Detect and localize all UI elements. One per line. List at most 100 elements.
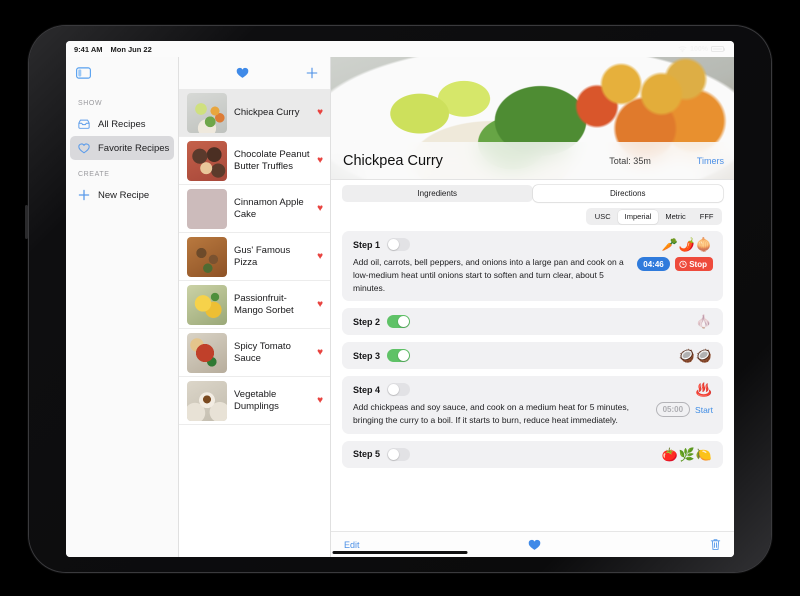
recipe-detail-pane: Chickpea Curry Total: 35m Timers Ingredi… — [331, 57, 734, 557]
step-label: Step 2 — [353, 316, 381, 327]
favorite-heart-icon[interactable]: ♥ — [317, 395, 323, 406]
step-complete-toggle[interactable] — [387, 349, 411, 363]
favorite-heart-icon[interactable]: ♥ — [317, 251, 323, 262]
sidebar-item-label: All Recipes — [98, 118, 146, 130]
timer-start-button[interactable]: Start — [695, 405, 713, 415]
device-side-button[interactable] — [25, 205, 28, 239]
step-label: Step 4 — [353, 384, 381, 395]
sidebar-section-title: CREATE — [78, 171, 110, 178]
unit-option-metric[interactable]: Metric — [658, 210, 692, 224]
step-card: Step 4 ♨️ Add chickpeas and soy sauce, and… — [342, 376, 723, 434]
favorite-heart-icon[interactable] — [528, 539, 541, 551]
step-body: Add oil, carrots, bell peppers, and onio… — [353, 256, 713, 294]
step-body: Add chickpeas and soy sauce, and cook on… — [353, 401, 713, 427]
favorite-heart-icon[interactable]: ♥ — [317, 347, 323, 358]
recipe-list-item[interactable]: Vegetable Dumplings ♥ — [179, 377, 330, 425]
sidebar-item-label: New Recipe — [98, 189, 150, 201]
recipe-thumbnail — [187, 92, 227, 133]
step-header: Step 5 🍅🌿🍋 — [353, 447, 713, 461]
step-header: Step 4 ♨️ — [353, 382, 713, 398]
step-ingredient-emoji: ♨️ — [695, 382, 713, 398]
edit-button[interactable]: Edit — [344, 540, 360, 550]
sidebar-toggle-icon[interactable] — [76, 67, 91, 79]
recipe-title-label: Cinnamon Apple Cake — [234, 196, 304, 220]
step-header: Step 2 🧄 — [353, 314, 713, 330]
sidebar-section-create: CREATE New Recipe — [66, 160, 178, 207]
step-header: Step 1 🥕🌶️🧅 — [353, 238, 713, 251]
sidebar-item-label: Favorite Recipes — [98, 142, 170, 154]
step-instruction-text: Add chickpeas and soy sauce, and cook on… — [353, 402, 629, 425]
unit-system-selector[interactable]: USC Imperial Metric FFF — [586, 208, 722, 225]
recipe-title-label: Gus' Famous Pizza — [234, 244, 291, 268]
unit-option-imperial[interactable]: Imperial — [617, 209, 659, 224]
favorite-heart-icon[interactable]: ♥ — [317, 155, 323, 166]
step-ingredient-emoji: 🥕🌶️🧅 — [661, 237, 713, 252]
sidebar-toolbar — [66, 57, 178, 89]
favorite-heart-icon[interactable]: ♥ — [317, 299, 323, 310]
stopwatch-icon — [679, 260, 687, 268]
favorite-heart-icon[interactable]: ♥ — [317, 107, 323, 118]
recipe-list-column: Chickpea Curry ♥ Chocolate Peanut Butter T… — [179, 57, 331, 557]
step-timer: 05:00 Start — [655, 401, 713, 418]
inbox-icon — [78, 118, 90, 130]
tab-ingredients[interactable]: Ingredients — [342, 185, 533, 202]
page-title: Chickpea Curry — [343, 152, 443, 169]
unit-option-usc[interactable]: USC — [588, 210, 618, 224]
recipe-list[interactable]: Chickpea Curry ♥ Chocolate Peanut Butter T… — [179, 89, 330, 557]
step-complete-toggle[interactable] — [387, 447, 411, 461]
recipe-list-item[interactable]: Chocolate Peanut Butter Truffles ♥ — [179, 137, 330, 185]
recipe-list-item[interactable]: Chickpea Curry ♥ — [179, 89, 330, 137]
sidebar-item-favorite-recipes[interactable]: Favorite Recipes — [70, 136, 174, 160]
step-label: Step 1 — [353, 239, 381, 250]
recipe-title-label: Chocolate Peanut Butter Truffles — [234, 148, 310, 172]
unit-option-fff[interactable]: FFF — [693, 210, 721, 224]
steps-list: Step 1 🥕🌶️🧅 Add oil, carrots, bell peppers… — [331, 225, 734, 531]
step-label: Step 5 — [353, 449, 381, 460]
recipe-title-bar: Chickpea Curry Total: 35m Timers — [331, 142, 734, 180]
recipe-thumbnail — [187, 140, 227, 181]
step-label: Step 3 — [353, 350, 381, 361]
recipe-title-label: Passionfruit-Mango Sorbet — [234, 292, 294, 316]
home-indicator[interactable] — [332, 551, 468, 554]
heart-outline-icon — [78, 142, 90, 154]
total-time-label: Total: 35m — [609, 155, 651, 166]
step-complete-toggle[interactable] — [387, 383, 411, 397]
recipe-list-item[interactable]: Gus' Famous Pizza ♥ — [179, 233, 330, 281]
add-recipe-icon[interactable] — [306, 67, 318, 79]
step-ingredient-emoji: 🧄 — [695, 314, 713, 330]
timer-action-label: Stop — [689, 259, 707, 269]
recipe-title-label: Chickpea Curry — [234, 106, 300, 118]
timers-link[interactable]: Timers — [697, 156, 724, 166]
timer-value[interactable]: 04:46 — [637, 257, 670, 271]
sidebar-section-title: SHOW — [78, 100, 103, 107]
ipad-screen: 9:41 AM Mon Jun 22 100% SHOW All Recipes… — [66, 41, 734, 557]
detail-tabs[interactable]: Ingredients Directions — [331, 180, 734, 202]
recipe-list-item[interactable]: Cinnamon Apple Cake ♥ — [179, 185, 330, 233]
step-card: Step 2 🧄 — [342, 308, 723, 336]
sidebar-item-new-recipe[interactable]: New Recipe — [70, 183, 174, 207]
wifi-icon — [678, 45, 687, 52]
status-time: 9:41 AM — [74, 44, 103, 54]
battery-percent: 100% — [690, 45, 708, 53]
recipe-thumbnail — [187, 380, 227, 421]
timer-value[interactable]: 05:00 — [655, 402, 691, 418]
step-card: Step 1 🥕🌶️🧅 Add oil, carrots, bell peppers… — [342, 231, 723, 302]
step-complete-toggle[interactable] — [387, 315, 411, 329]
plus-icon — [78, 189, 90, 201]
battery-icon — [711, 45, 726, 53]
recipe-list-item[interactable]: Passionfruit-Mango Sorbet ♥ — [179, 281, 330, 329]
timer-stop-button[interactable]: Stop — [674, 257, 713, 271]
status-date: Mon Jun 22 — [110, 44, 152, 54]
recipe-list-toolbar — [179, 57, 330, 89]
heart-filled-icon[interactable] — [236, 67, 249, 79]
step-complete-toggle[interactable] — [387, 238, 411, 251]
step-ingredient-emoji: 🥥🥥 — [678, 348, 713, 364]
recipe-list-item[interactable]: Spicy Tomato Sauce ♥ — [179, 329, 330, 377]
tab-directions[interactable]: Directions — [532, 185, 723, 202]
sidebar: SHOW All Recipes Favorite Recipes CREATE… — [66, 57, 179, 557]
trash-icon[interactable] — [710, 538, 721, 551]
sidebar-item-all-recipes[interactable]: All Recipes — [70, 112, 174, 136]
step-card: Step 3 🥥🥥 — [342, 342, 723, 370]
favorite-heart-icon[interactable]: ♥ — [317, 203, 323, 214]
ipad-device-frame: 9:41 AM Mon Jun 22 100% SHOW All Recipes… — [25, 25, 772, 573]
